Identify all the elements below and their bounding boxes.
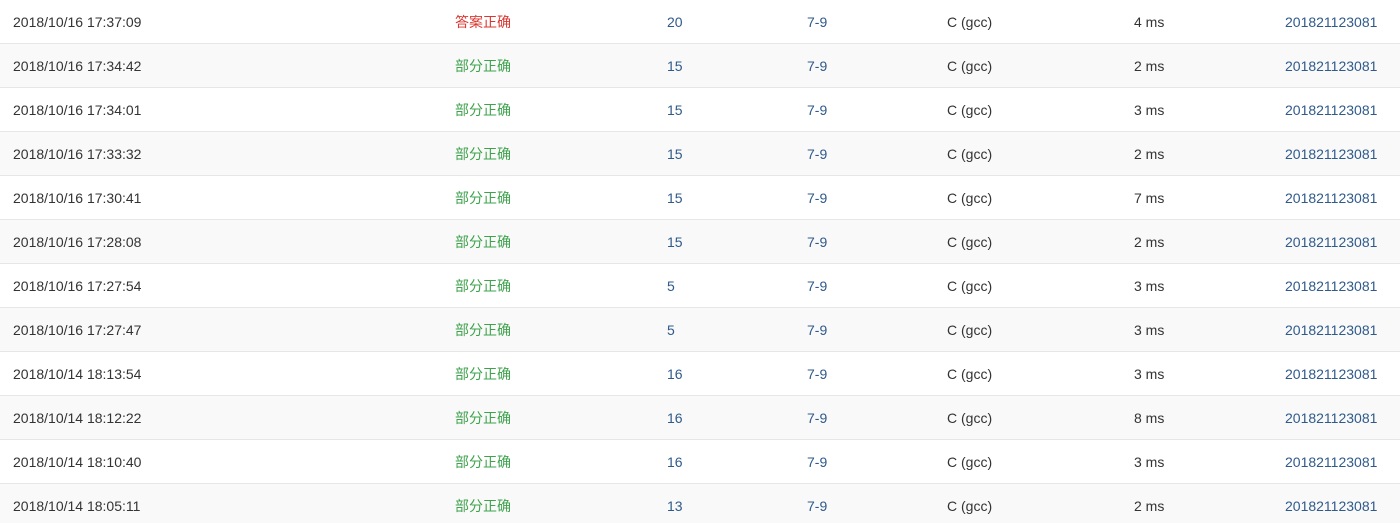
table-row: 2018/10/16 17:37:09 答案正确 20 7-9 C (gcc) …	[0, 0, 1400, 44]
submission-time: 2018/10/14 18:13:54	[13, 365, 142, 382]
runtime-label: 2 ms	[1134, 233, 1165, 250]
table-row: 2018/10/16 17:33:32 部分正确 15 7-9 C (gcc) …	[0, 132, 1400, 176]
score-link[interactable]: 15	[667, 144, 807, 164]
status-badge[interactable]: 部分正确	[454, 188, 667, 208]
runtime-label: 3 ms	[1134, 277, 1165, 294]
problem-link[interactable]: 7-9	[807, 408, 947, 428]
user-link[interactable]: 201821123081	[1285, 452, 1400, 472]
problem-link[interactable]: 7-9	[807, 56, 947, 76]
compiler-label: C (gcc)	[947, 57, 993, 74]
submission-time: 2018/10/16 17:33:32	[13, 145, 142, 162]
submission-time: 2018/10/16 17:34:01	[13, 101, 142, 118]
problem-link[interactable]: 7-9	[807, 12, 947, 32]
table-row: 2018/10/16 17:27:54 部分正确 5 7-9 C (gcc) 3…	[0, 264, 1400, 308]
runtime-label: 4 ms	[1134, 13, 1165, 30]
runtime-label: 2 ms	[1134, 497, 1165, 514]
compiler-label: C (gcc)	[947, 13, 993, 30]
table-row: 2018/10/16 17:30:41 部分正确 15 7-9 C (gcc) …	[0, 176, 1400, 220]
status-badge[interactable]: 部分正确	[454, 408, 667, 428]
problem-link[interactable]: 7-9	[807, 320, 947, 340]
submission-time: 2018/10/16 17:27:47	[13, 321, 142, 338]
score-link[interactable]: 20	[667, 12, 807, 32]
user-link[interactable]: 201821123081	[1285, 276, 1400, 296]
problem-link[interactable]: 7-9	[807, 364, 947, 384]
compiler-label: C (gcc)	[947, 365, 993, 382]
runtime-label: 8 ms	[1134, 409, 1165, 426]
runtime-label: 2 ms	[1134, 145, 1165, 162]
runtime-label: 3 ms	[1134, 453, 1165, 470]
score-link[interactable]: 15	[667, 56, 807, 76]
table-row: 2018/10/14 18:05:11 部分正确 13 7-9 C (gcc) …	[0, 484, 1400, 523]
status-badge[interactable]: 答案正确	[454, 12, 667, 32]
user-link[interactable]: 201821123081	[1285, 144, 1400, 164]
user-link[interactable]: 201821123081	[1285, 320, 1400, 340]
submission-table: 2018/10/16 17:37:09 答案正确 20 7-9 C (gcc) …	[0, 0, 1400, 523]
submission-time: 2018/10/14 18:10:40	[13, 453, 142, 470]
score-link[interactable]: 15	[667, 100, 807, 120]
runtime-label: 2 ms	[1134, 57, 1165, 74]
table-row: 2018/10/14 18:13:54 部分正确 16 7-9 C (gcc) …	[0, 352, 1400, 396]
score-link[interactable]: 16	[667, 452, 807, 472]
score-link[interactable]: 15	[667, 188, 807, 208]
score-link[interactable]: 16	[667, 408, 807, 428]
table-row: 2018/10/16 17:34:01 部分正确 15 7-9 C (gcc) …	[0, 88, 1400, 132]
problem-link[interactable]: 7-9	[807, 452, 947, 472]
problem-link[interactable]: 7-9	[807, 100, 947, 120]
score-link[interactable]: 16	[667, 364, 807, 384]
compiler-label: C (gcc)	[947, 409, 993, 426]
table-row: 2018/10/14 18:12:22 部分正确 16 7-9 C (gcc) …	[0, 396, 1400, 440]
table-row: 2018/10/14 18:10:40 部分正确 16 7-9 C (gcc) …	[0, 440, 1400, 484]
status-badge[interactable]: 部分正确	[454, 496, 667, 516]
score-link[interactable]: 5	[667, 320, 807, 340]
runtime-label: 3 ms	[1134, 321, 1165, 338]
user-link[interactable]: 201821123081	[1285, 56, 1400, 76]
user-link[interactable]: 201821123081	[1285, 408, 1400, 428]
problem-link[interactable]: 7-9	[807, 232, 947, 252]
problem-link[interactable]: 7-9	[807, 276, 947, 296]
compiler-label: C (gcc)	[947, 101, 993, 118]
user-link[interactable]: 201821123081	[1285, 232, 1400, 252]
compiler-label: C (gcc)	[947, 189, 993, 206]
status-badge[interactable]: 部分正确	[454, 276, 667, 296]
problem-link[interactable]: 7-9	[807, 188, 947, 208]
score-link[interactable]: 5	[667, 276, 807, 296]
submission-time: 2018/10/16 17:27:54	[13, 277, 142, 294]
compiler-label: C (gcc)	[947, 497, 993, 514]
table-row: 2018/10/16 17:28:08 部分正确 15 7-9 C (gcc) …	[0, 220, 1400, 264]
score-link[interactable]: 13	[667, 496, 807, 516]
user-link[interactable]: 201821123081	[1285, 496, 1400, 516]
compiler-label: C (gcc)	[947, 233, 993, 250]
status-badge[interactable]: 部分正确	[454, 56, 667, 76]
status-badge[interactable]: 部分正确	[454, 144, 667, 164]
submission-time: 2018/10/14 18:05:11	[13, 497, 141, 514]
submission-time: 2018/10/16 17:28:08	[13, 233, 142, 250]
user-link[interactable]: 201821123081	[1285, 100, 1400, 120]
problem-link[interactable]: 7-9	[807, 496, 947, 516]
compiler-label: C (gcc)	[947, 277, 993, 294]
status-badge[interactable]: 部分正确	[454, 232, 667, 252]
table-row: 2018/10/16 17:34:42 部分正确 15 7-9 C (gcc) …	[0, 44, 1400, 88]
runtime-label: 3 ms	[1134, 365, 1165, 382]
submission-time: 2018/10/14 18:12:22	[13, 409, 142, 426]
compiler-label: C (gcc)	[947, 453, 993, 470]
user-link[interactable]: 201821123081	[1285, 12, 1400, 32]
score-link[interactable]: 15	[667, 232, 807, 252]
status-badge[interactable]: 部分正确	[454, 100, 667, 120]
compiler-label: C (gcc)	[947, 321, 993, 338]
submission-rows: 2018/10/16 17:37:09 答案正确 20 7-9 C (gcc) …	[0, 0, 1400, 523]
status-badge[interactable]: 部分正确	[454, 320, 667, 340]
runtime-label: 7 ms	[1134, 189, 1165, 206]
user-link[interactable]: 201821123081	[1285, 364, 1400, 384]
submission-time: 2018/10/16 17:30:41	[13, 189, 142, 206]
status-badge[interactable]: 部分正确	[454, 452, 667, 472]
compiler-label: C (gcc)	[947, 145, 993, 162]
status-badge[interactable]: 部分正确	[454, 364, 667, 384]
table-row: 2018/10/16 17:27:47 部分正确 5 7-9 C (gcc) 3…	[0, 308, 1400, 352]
submission-time: 2018/10/16 17:37:09	[13, 13, 142, 30]
problem-link[interactable]: 7-9	[807, 144, 947, 164]
runtime-label: 3 ms	[1134, 101, 1165, 118]
user-link[interactable]: 201821123081	[1285, 188, 1400, 208]
submission-time: 2018/10/16 17:34:42	[13, 57, 142, 74]
